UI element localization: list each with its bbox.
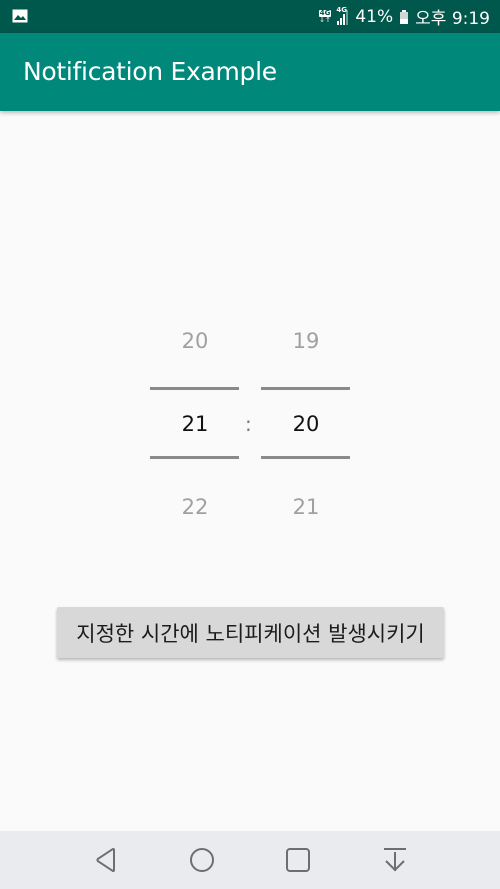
- minute-divider-top: [261, 387, 350, 390]
- minute-previous-value[interactable]: 19: [261, 329, 351, 353]
- notification-pull-button[interactable]: [378, 844, 412, 876]
- network-type-icon: 4G ↓↑: [318, 8, 332, 24]
- app-title: Notification Example: [23, 57, 277, 86]
- gallery-icon: [12, 9, 28, 23]
- minute-divider-bottom: [261, 456, 350, 459]
- back-triangle-icon: [96, 847, 115, 873]
- arrow-down-bar-icon: [384, 848, 406, 872]
- hour-next-value[interactable]: 22: [150, 495, 240, 519]
- minute-picker[interactable]: 19 20 21: [261, 320, 351, 530]
- trigger-notification-button[interactable]: 지정한 시간에 노티피케이션 발생시키기: [57, 607, 444, 658]
- back-button[interactable]: [90, 844, 124, 876]
- minute-next-value[interactable]: 21: [261, 495, 351, 519]
- hour-previous-value[interactable]: 20: [150, 329, 240, 353]
- navigation-bar: [0, 831, 500, 889]
- minute-selected-value[interactable]: 20: [261, 412, 351, 436]
- signal-strength-icon: 4G: [336, 6, 349, 25]
- app-bar: Notification Example: [0, 33, 500, 111]
- battery-percent: 41%: [355, 6, 394, 27]
- battery-icon: [400, 9, 409, 24]
- recent-apps-square-icon: [286, 848, 310, 872]
- home-circle-icon: [190, 848, 214, 872]
- status-indicators: 4G ↓↑ 4G 41% 오후 9:19: [318, 0, 490, 33]
- time-separator: :: [245, 412, 252, 436]
- hour-picker[interactable]: 20 21 22: [150, 320, 240, 530]
- recent-apps-button[interactable]: [281, 844, 315, 876]
- hour-divider-bottom: [150, 456, 239, 459]
- home-button[interactable]: [185, 844, 219, 876]
- hour-selected-value[interactable]: 21: [150, 412, 240, 436]
- status-bar: 4G ↓↑ 4G 41% 오후 9:19: [0, 0, 500, 33]
- status-time: 오후 9:19: [415, 9, 490, 29]
- hour-divider-top: [150, 387, 239, 390]
